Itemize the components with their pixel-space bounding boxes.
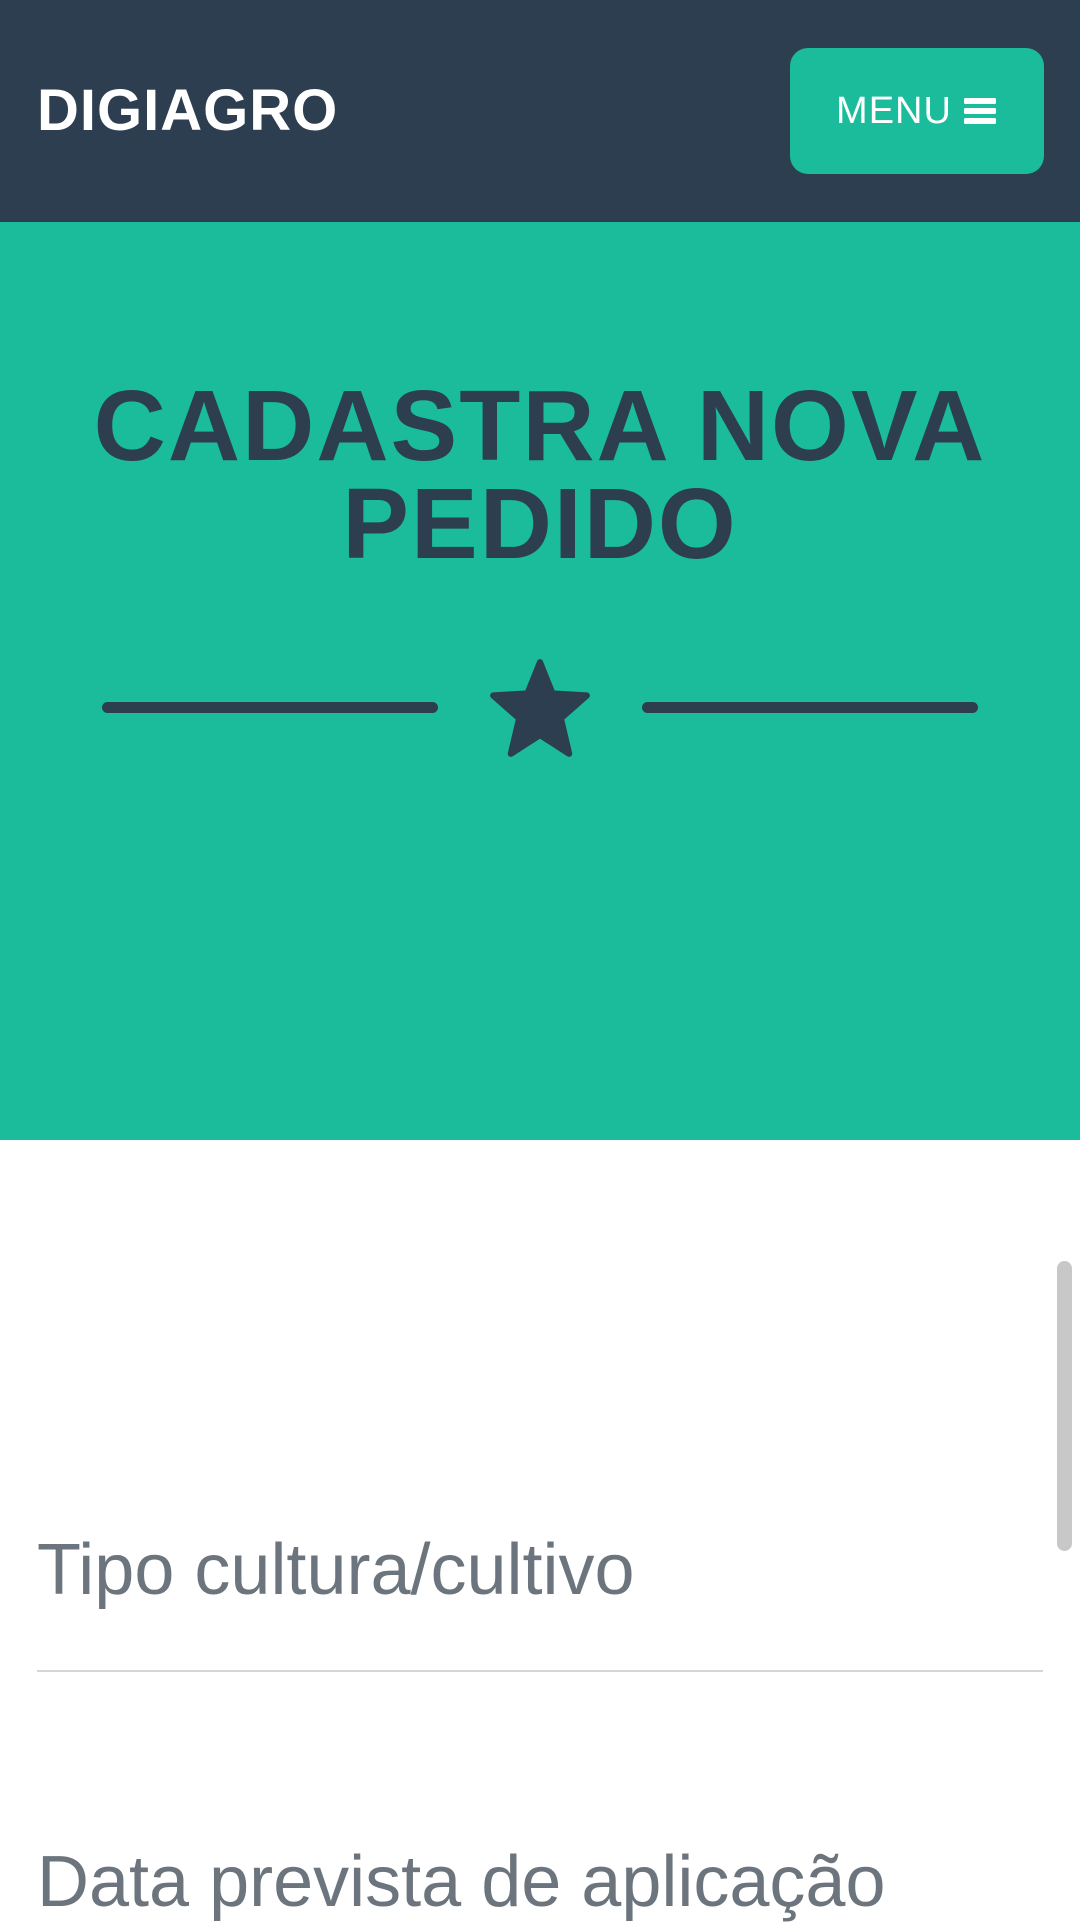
bars-icon [963,98,996,124]
field-underline [37,1670,1043,1672]
star-icon [490,659,590,757]
page-title: CADASTRA NOVA PEDIDO [0,376,1080,574]
scrollbar-thumb[interactable] [1057,1261,1072,1551]
crop-type-field [37,1520,1043,1672]
application-date-input[interactable] [37,1832,1043,1932]
menu-button[interactable]: MENU [790,48,1044,174]
menu-label: MENU [836,89,952,132]
divider-line-left [102,702,438,713]
crop-type-input[interactable] [37,1520,1043,1620]
page-title-line-1: CADASTRA NOVA [93,370,987,482]
divider-line-right [642,702,978,713]
navbar: DIGIAGRO MENU [0,0,1080,222]
order-form [0,1140,1080,1932]
page-title-line-2: PEDIDO [342,468,738,580]
application-date-field [37,1832,1043,1932]
masthead: CADASTRA NOVA PEDIDO [0,222,1080,1140]
brand-logo[interactable]: DIGIAGRO [37,76,338,146]
